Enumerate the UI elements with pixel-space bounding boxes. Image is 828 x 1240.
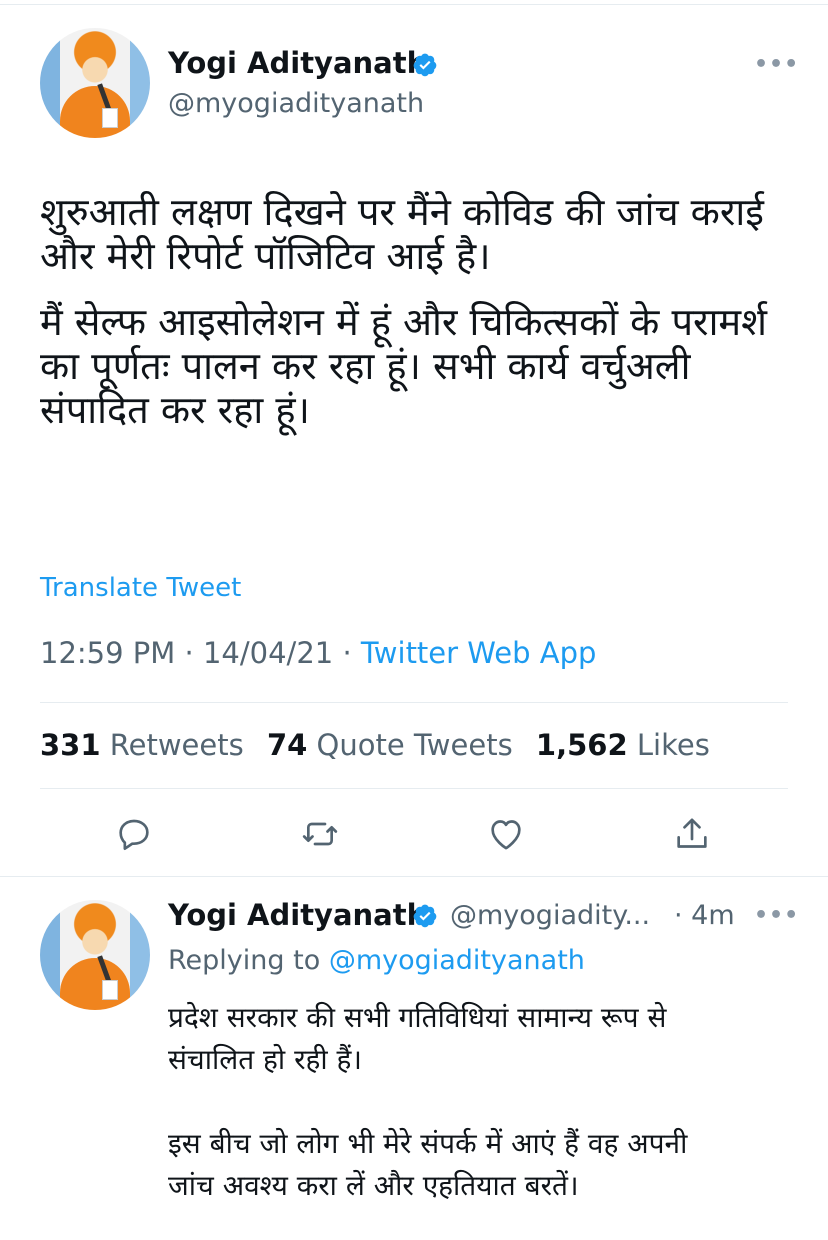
like-button[interactable] — [486, 814, 526, 854]
divider — [40, 788, 788, 789]
bottom-edge — [0, 1228, 828, 1240]
divider — [40, 702, 788, 703]
likes-count: 1,562 — [535, 728, 628, 762]
avatar-figure — [60, 86, 130, 138]
reply-line: इस बीच जो लोग भी मेरे संपर्क में आएं हैं… — [168, 1127, 688, 1160]
tweet-source-link[interactable]: Twitter Web App — [361, 636, 597, 670]
reply-icon — [119, 819, 149, 850]
heart-icon — [491, 820, 521, 850]
more-dots-icon[interactable]: ••• — [754, 52, 799, 77]
tweet-text: शुरुआती लक्षण दिखने पर मैंने कोविड की जा… — [40, 190, 800, 454]
author-handle[interactable]: @myogiadityanath — [168, 88, 424, 119]
quote-count: 74 — [266, 728, 308, 762]
likes-stat[interactable]: 1,562 Likes — [536, 728, 710, 762]
reply-age[interactable]: · 4m — [674, 900, 735, 931]
tweet-metadata: 12:59 PM · 14/04/21 · Twitter Web App — [40, 636, 596, 670]
meta-separator: · — [342, 636, 361, 670]
reply-blank-line — [168, 1081, 788, 1123]
share-button[interactable] — [672, 814, 712, 854]
reply-author-name[interactable]: Yogi Adityanath — [168, 898, 427, 932]
verified-badge-icon — [413, 904, 437, 928]
author-name[interactable]: Yogi Adityanath — [168, 46, 427, 80]
replying-prefix: Replying to — [168, 945, 321, 976]
reply-author-avatar[interactable] — [40, 900, 150, 1010]
translate-tweet-link[interactable]: Translate Tweet — [40, 573, 241, 603]
replying-handle-link[interactable]: @myogiadityanath — [329, 945, 585, 976]
tweet-separator — [0, 876, 828, 877]
replying-to: Replying to @myogiadityanath — [168, 945, 585, 976]
reply-line: संचालित हो रही हैं। — [168, 1043, 363, 1076]
quote-label: Quote Tweets — [316, 728, 513, 762]
tweet-paragraph: मैं सेल्फ आइसोलेशन में हूं और चिकित्सकों… — [40, 300, 767, 432]
tweet-paragraph: शुरुआती लक्षण दिखने पर मैंने कोविड की जा… — [40, 190, 764, 278]
avatar-badge — [102, 108, 118, 128]
retweets-count: 331 — [40, 728, 101, 762]
retweets-stat[interactable]: 331 Retweets — [40, 728, 244, 762]
quote-tweets-stat[interactable]: 74 Quote Tweets — [267, 728, 513, 762]
reply-line: प्रदेश सरकार की सभी गतिविधियां सामान्य र… — [168, 1001, 667, 1034]
reply-button[interactable] — [114, 814, 154, 854]
reply-tweet-text: प्रदेश सरकार की सभी गतिविधियां सामान्य र… — [168, 997, 788, 1207]
engagement-stats: 331 Retweets 74 Quote Tweets 1,562 Likes — [40, 728, 710, 762]
meta-separator: · — [184, 636, 203, 670]
verified-badge-icon — [413, 53, 437, 77]
retweet-button[interactable] — [300, 814, 340, 854]
retweet-icon — [302, 822, 338, 846]
more-dots-icon[interactable]: ••• — [754, 903, 799, 928]
share-icon — [677, 818, 707, 848]
tweet-time[interactable]: 12:59 PM — [40, 636, 175, 670]
avatar-badge — [102, 980, 118, 1000]
tweet-date[interactable]: 14/04/21 — [203, 636, 333, 670]
reply-author-handle[interactable]: @myogiadity... — [450, 900, 650, 931]
reply-line: जांच अवश्य करा लें और एहतियात बरतें। — [168, 1169, 579, 1202]
retweets-label: Retweets — [109, 728, 244, 762]
author-avatar[interactable] — [40, 28, 150, 138]
likes-label: Likes — [636, 728, 710, 762]
top-divider — [0, 4, 828, 5]
avatar-figure — [60, 958, 130, 1010]
